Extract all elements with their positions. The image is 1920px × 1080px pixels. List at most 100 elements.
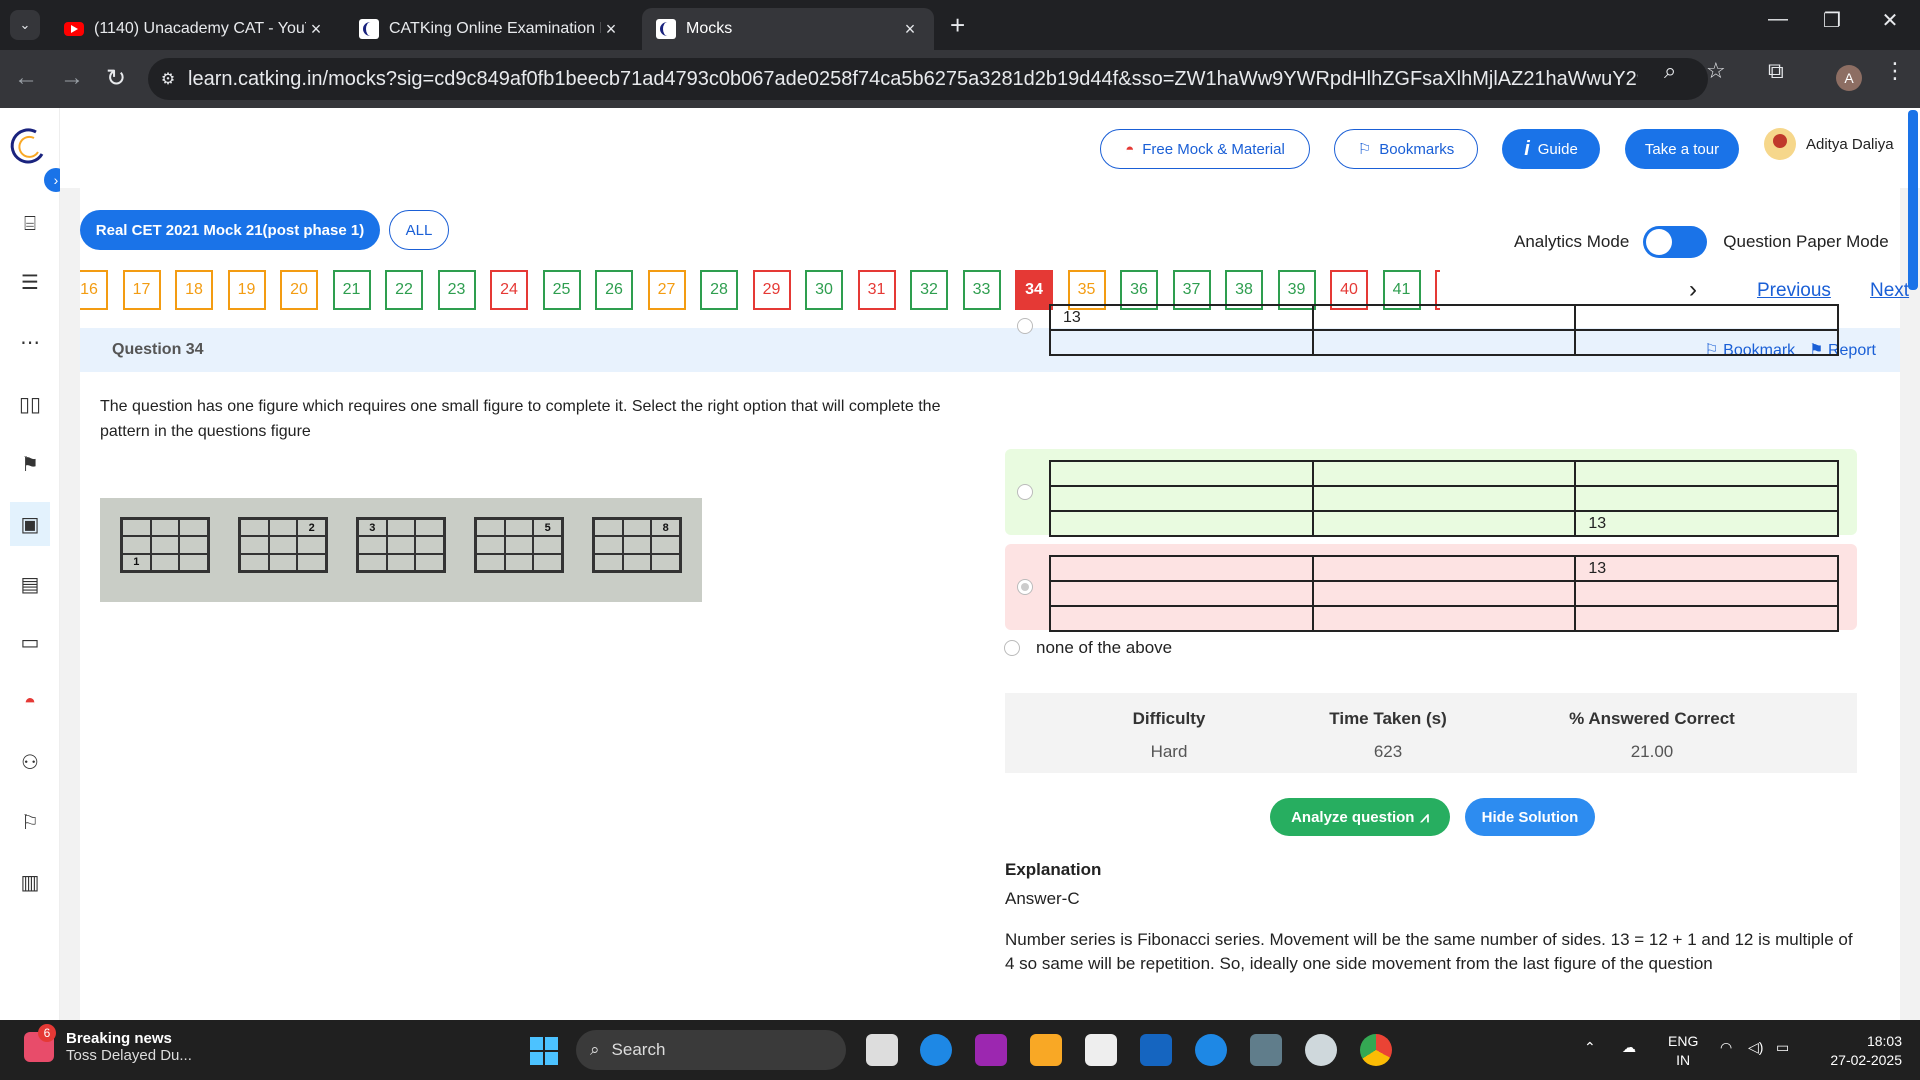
restore-button[interactable]: ❐ — [1802, 8, 1862, 33]
clock-icon[interactable] — [1305, 1034, 1337, 1066]
task-view-icon[interactable] — [866, 1034, 898, 1066]
option-c[interactable]: 13 — [1005, 544, 1857, 632]
taskbar-search[interactable]: ⌕ Search — [576, 1030, 846, 1070]
option-a[interactable]: 13 — [1005, 304, 1857, 364]
books-icon[interactable]: ⌸ — [14, 208, 46, 240]
language-indicator[interactable]: ENG IN — [1668, 1032, 1698, 1070]
bookmark-star-icon[interactable]: ☆ — [1706, 58, 1726, 84]
hide-solution-button[interactable]: Hide Solution — [1465, 798, 1595, 836]
mocks-icon[interactable]: ▣ — [10, 502, 50, 546]
more-icon[interactable]: ⋯ — [14, 326, 46, 358]
question-number-17[interactable]: 17 — [122, 270, 161, 310]
list-icon[interactable]: ☰ — [14, 266, 46, 298]
question-number-18[interactable]: 18 — [175, 270, 213, 310]
lamp-icon[interactable]: ◓ — [14, 686, 46, 718]
calculator-icon[interactable] — [1250, 1034, 1282, 1066]
news-widget[interactable]: 6 Breaking news Toss Delayed Du... — [24, 1024, 192, 1064]
group-icon[interactable]: ⚇ — [14, 746, 46, 778]
all-filter-chip[interactable]: ALL — [389, 210, 449, 250]
chrome-icon[interactable] — [1360, 1034, 1392, 1066]
forward-button[interactable]: → — [60, 64, 84, 92]
question-number-32[interactable]: 32 — [910, 270, 948, 310]
next-link[interactable]: Next — [1870, 280, 1909, 302]
wifi-icon[interactable]: ◠ — [1720, 1038, 1732, 1057]
question-number-20[interactable]: 20 — [280, 270, 318, 310]
url-text[interactable]: learn.catking.in/mocks?sig=cd9c849af0fb1… — [188, 68, 1638, 91]
tab-search-button[interactable]: ⌄ — [10, 10, 40, 40]
analyze-question-button[interactable]: Analyze question ⩘ — [1270, 798, 1450, 836]
windows-taskbar: 6 Breaking news Toss Delayed Du... ⌕ Sea… — [0, 1020, 1920, 1080]
bookmarks-button[interactable]: ⚐ Bookmarks — [1334, 129, 1478, 169]
volume-icon[interactable]: ◁) — [1748, 1038, 1763, 1057]
close-window-button[interactable]: ✕ — [1860, 8, 1920, 33]
question-number-24[interactable]: 24 — [490, 270, 528, 310]
question-number-25[interactable]: 25 — [542, 270, 581, 310]
help-icon[interactable] — [1195, 1034, 1227, 1066]
user-profile[interactable]: Aditya Daliya — [1764, 128, 1894, 160]
edge-icon[interactable] — [920, 1034, 952, 1066]
site-info-icon[interactable]: ⚙ — [148, 69, 188, 89]
tab-youtube[interactable]: (1140) Unacademy CAT - YouTu × — [50, 8, 340, 50]
tab-catking-exam[interactable]: CATKing Online Examination Pl × — [345, 8, 635, 50]
question-number-19[interactable]: 19 — [227, 270, 266, 310]
leaderboard-icon[interactable]: ▥ — [14, 866, 46, 898]
new-tab-button[interactable]: + — [950, 10, 965, 41]
figure-label: 2 — [297, 519, 326, 537]
file-explorer-icon[interactable] — [1030, 1034, 1062, 1066]
close-tab-icon[interactable]: × — [601, 19, 621, 40]
extensions-icon[interactable]: ⧉ — [1768, 58, 1784, 84]
lamp-icon: ◓ — [1125, 140, 1135, 158]
windows-start-icon[interactable] — [530, 1037, 558, 1065]
question-number-22[interactable]: 22 — [385, 270, 423, 310]
question-number-33[interactable]: 33 — [962, 270, 1001, 310]
option-b-radio[interactable] — [1017, 484, 1033, 500]
classroom-icon[interactable]: ⚑ — [14, 448, 46, 480]
reload-button[interactable]: ↻ — [106, 64, 126, 93]
clock[interactable]: 18:03 27-02-2025 — [1816, 1032, 1902, 1070]
option-d-radio[interactable] — [1004, 640, 1020, 656]
zoom-icon[interactable]: ⌕ — [1664, 58, 1676, 84]
close-tab-icon[interactable]: × — [306, 19, 326, 40]
browser-menu-icon[interactable]: ⋮ — [1884, 58, 1906, 84]
mock-name-chip[interactable]: Real CET 2021 Mock 21(post phase 1) — [80, 210, 380, 250]
catking-icon — [359, 19, 379, 39]
question-number-26[interactable]: 26 — [595, 270, 633, 310]
battery-icon[interactable]: ▭ — [1776, 1038, 1789, 1057]
question-number-23[interactable]: 23 — [437, 270, 476, 310]
question-number-31[interactable]: 31 — [857, 270, 896, 310]
free-mock-button[interactable]: ◓ Free Mock & Material — [1100, 129, 1310, 169]
guide-button[interactable]: i Guide — [1502, 129, 1600, 169]
take-tour-button[interactable]: Take a tour — [1625, 129, 1739, 169]
omnibox[interactable]: ⚙ learn.catking.in/mocks?sig=cd9c849af0f… — [148, 58, 1708, 100]
store-icon[interactable] — [1085, 1034, 1117, 1066]
option-d[interactable]: none of the above — [1004, 638, 1172, 658]
ebook-icon[interactable]: ▭ — [14, 626, 46, 658]
avatar — [1764, 128, 1796, 160]
copilot-icon[interactable] — [975, 1034, 1007, 1066]
page-content: ◓ Free Mock & Material ⚐ Bookmarks i Gui… — [60, 108, 1920, 1020]
option-c-radio[interactable] — [1017, 579, 1033, 595]
profile-avatar[interactable]: A — [1836, 65, 1862, 91]
mylio-icon[interactable] — [1140, 1034, 1172, 1066]
bookmark-icon[interactable]: ⚐ — [14, 806, 46, 838]
minimize-button[interactable]: — — [1748, 8, 1808, 31]
close-tab-icon[interactable]: × — [900, 19, 920, 40]
previous-link[interactable]: Previous — [1757, 280, 1831, 302]
question-number-21[interactable]: 21 — [332, 270, 371, 310]
columns-icon[interactable]: ▯▯ — [14, 388, 46, 420]
weather-icon[interactable]: ☁ — [1622, 1038, 1636, 1057]
question-number-30[interactable]: 30 — [805, 270, 843, 310]
catking-logo-icon[interactable] — [6, 124, 48, 166]
tab-mocks[interactable]: Mocks × — [642, 8, 934, 50]
back-button[interactable]: ← — [14, 64, 38, 92]
question-number-28[interactable]: 28 — [700, 270, 738, 310]
option-a-radio[interactable] — [1017, 318, 1033, 334]
question-number-27[interactable]: 27 — [647, 270, 686, 310]
question-number-16[interactable]: 16 — [80, 270, 108, 310]
option-b[interactable]: 13 — [1005, 449, 1857, 537]
mode-toggle[interactable] — [1643, 226, 1708, 258]
page-scrollbar[interactable] — [1908, 110, 1918, 290]
monitor-icon[interactable]: ▤ — [14, 568, 46, 600]
question-number-29[interactable]: 29 — [752, 270, 791, 310]
chevron-up-icon[interactable]: ⌃ — [1584, 1038, 1596, 1057]
